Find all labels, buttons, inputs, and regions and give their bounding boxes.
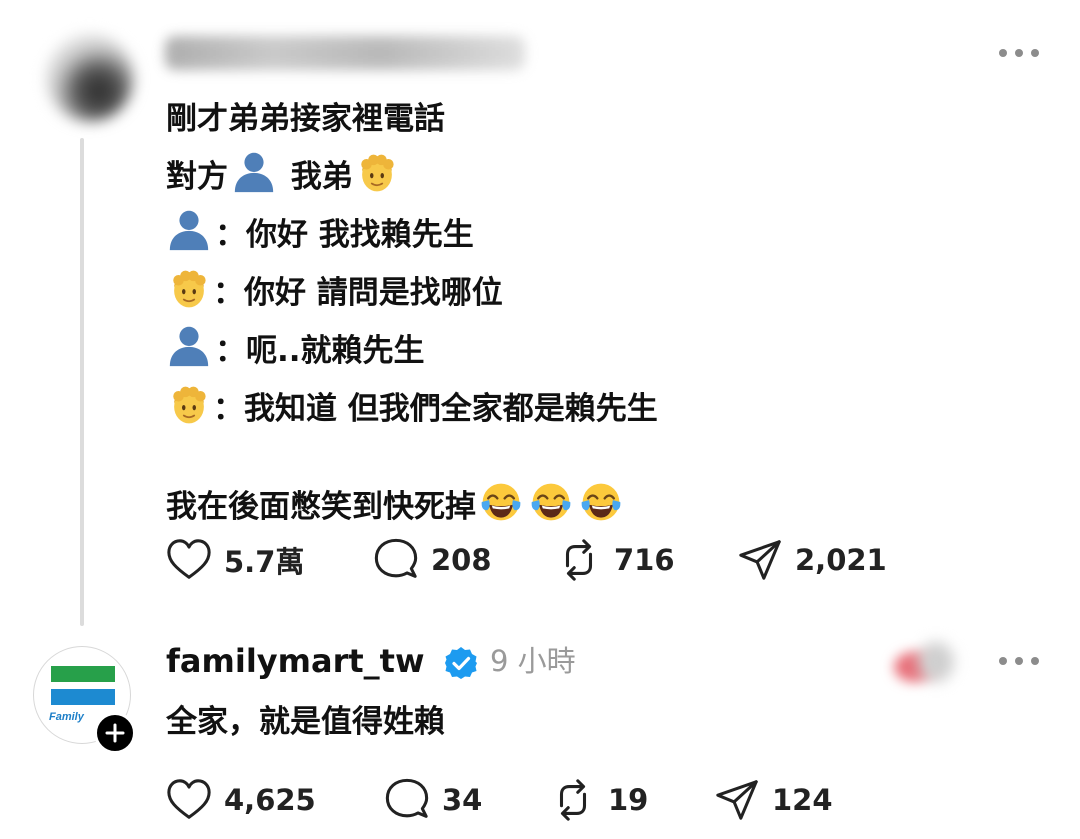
comment-count: 34 [442,783,483,817]
reply-text: 全家，就是值得姓賴 [166,704,445,740]
comment-button[interactable]: 208 [373,535,492,585]
verified-badge-icon [445,647,477,679]
follow-plus-button[interactable] [94,712,136,754]
blurred-reaction [888,638,962,690]
tears-of-joy-icon [579,480,623,524]
logo-green-stripe [51,666,115,682]
share-button[interactable]: 124 [714,775,833,825]
comment-count: 208 [431,543,492,577]
share-button[interactable]: 2,021 [737,535,887,585]
blurred-avatar[interactable] [46,34,134,122]
plus-icon [105,723,125,743]
repost-icon [550,777,596,823]
repost-count: 716 [614,543,675,577]
post-line-1: 剛才弟弟接家裡電話 [166,101,445,137]
person-silhouette-icon [166,206,212,252]
repost-button[interactable]: 19 [550,775,648,825]
person-silhouette-icon [231,148,277,194]
comment-icon [384,777,430,823]
repost-icon [556,537,602,583]
like-button[interactable]: 5.7萬 [166,535,304,585]
more-options-icon[interactable] [999,654,1039,668]
reply-username[interactable]: familymart_tw [166,638,425,684]
like-count: 5.7萬 [224,545,305,579]
post-line-3: ：你好 我找賴先生 [166,206,658,264]
blond-person-icon [356,152,398,194]
blond-person-icon [168,268,210,310]
more-options-icon[interactable] [999,46,1039,60]
reply-timestamp: 9 小時 [490,644,576,678]
share-count: 124 [772,783,833,817]
comment-icon [373,537,419,583]
like-button[interactable]: 4,625 [166,775,316,825]
share-icon [737,537,783,583]
tears-of-joy-icon [479,480,523,524]
post-line-4: ：你好 請問是找哪位 [166,264,658,322]
post-line-5: ：呃..就賴先生 [166,322,658,380]
share-count: 2,021 [795,543,887,577]
logo-text: Family [49,711,84,723]
blond-person-icon [168,384,210,426]
share-icon [714,777,760,823]
repost-count: 19 [608,783,649,817]
post-line-6: ：我知道 但我們全家都是賴先生 [166,380,658,438]
heart-icon [166,777,212,823]
post-line-7: 我在後面憋笑到快死掉 [166,478,658,536]
repost-button[interactable]: 716 [556,535,675,585]
like-count: 4,625 [224,783,316,817]
comment-button[interactable]: 34 [384,775,482,825]
blurred-username[interactable] [165,36,525,70]
heart-icon [166,537,212,583]
post-line-2: 對方 我弟 [166,148,658,206]
logo-blue-stripe [51,689,115,705]
thread-connector-line [80,138,84,626]
tears-of-joy-icon [529,480,573,524]
person-silhouette-icon [166,322,212,368]
post-text: 剛才弟弟接家裡電話 對方 我弟 ：你好 我找賴先生 ：你好 請問是找哪位 ：呃.… [166,90,658,536]
